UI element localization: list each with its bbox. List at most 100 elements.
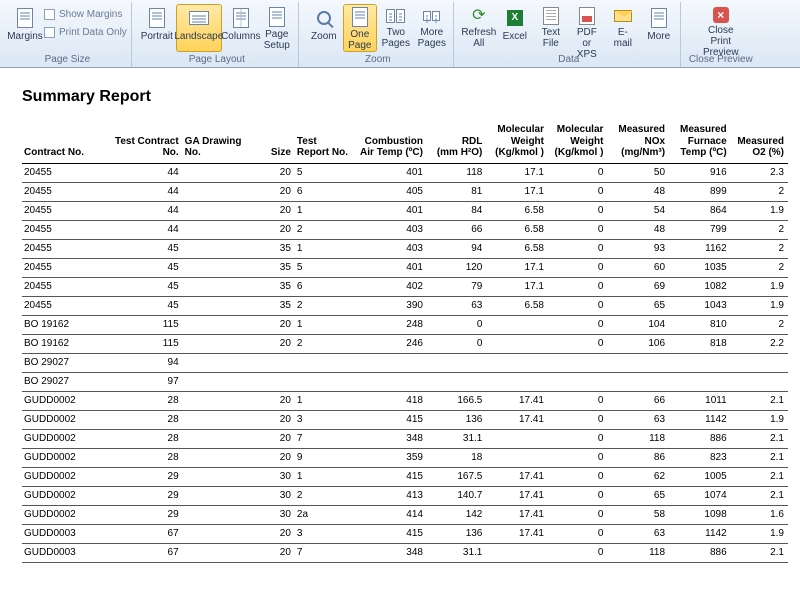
more-pages-button[interactable]: More Pages bbox=[415, 4, 449, 52]
table-cell: 118 bbox=[607, 543, 669, 562]
table-cell: 120 bbox=[427, 258, 486, 277]
table-cell: 118 bbox=[607, 429, 669, 448]
table-cell: 81 bbox=[427, 182, 486, 201]
table-row: GUDD00022820734831.101188862.1 bbox=[22, 429, 788, 448]
refresh-icon: ⟳ bbox=[468, 7, 490, 25]
page-setup-button[interactable]: Page Setup bbox=[260, 4, 294, 52]
refresh-button[interactable]: ⟳ Refresh All bbox=[462, 4, 496, 52]
table-header-row: Contract No.Test Contract No.GA Drawing … bbox=[22, 122, 788, 163]
table-cell: 45 bbox=[99, 296, 183, 315]
table-cell: 35 bbox=[260, 239, 295, 258]
table-cell: 5 bbox=[295, 163, 354, 182]
column-header: MolecularWeight(Kg/kmol ) bbox=[548, 122, 607, 163]
table-cell bbox=[183, 524, 260, 543]
table-cell: 0 bbox=[427, 315, 486, 334]
column-header: Size bbox=[260, 122, 295, 163]
table-cell bbox=[183, 448, 260, 467]
table-cell bbox=[183, 372, 260, 391]
table-cell: 1098 bbox=[669, 505, 731, 524]
table-cell bbox=[183, 163, 260, 182]
table-cell: 17.1 bbox=[486, 182, 548, 201]
table-cell: 823 bbox=[669, 448, 731, 467]
table-cell: 6.58 bbox=[486, 296, 548, 315]
one-page-label: One Page bbox=[346, 29, 374, 51]
table-cell: 390 bbox=[354, 296, 427, 315]
table-row: GUDD000229302a41414217.4105810981.6 bbox=[22, 505, 788, 524]
table-cell: GUDD0002 bbox=[22, 467, 99, 486]
table-row: 20455453564027917.106910821.9 bbox=[22, 277, 788, 296]
zoom-button[interactable]: Zoom bbox=[307, 4, 341, 52]
table-cell: 35 bbox=[260, 277, 295, 296]
table-cell: 63 bbox=[607, 410, 669, 429]
table-cell: 401 bbox=[354, 201, 427, 220]
column-header: TestReport No. bbox=[295, 122, 354, 163]
table-cell: 1043 bbox=[669, 296, 731, 315]
table-cell: 17.1 bbox=[486, 277, 548, 296]
table-cell: 63 bbox=[427, 296, 486, 315]
table-cell: 1005 bbox=[669, 467, 731, 486]
table-cell: 2 bbox=[731, 220, 788, 239]
columns-button[interactable]: Columns bbox=[224, 4, 258, 52]
table-cell: 6.58 bbox=[486, 201, 548, 220]
table-cell: 28 bbox=[99, 429, 183, 448]
table-cell: 7 bbox=[295, 429, 354, 448]
table-cell bbox=[486, 372, 548, 391]
table-cell bbox=[427, 353, 486, 372]
ribbon: Margins Show Margins Print Data Only Pag… bbox=[0, 0, 800, 68]
landscape-icon bbox=[188, 7, 210, 29]
excel-button[interactable]: X Excel bbox=[498, 4, 532, 52]
show-margins-check[interactable]: Show Margins bbox=[44, 6, 127, 22]
table-cell: 0 bbox=[548, 258, 607, 277]
table-cell: 0 bbox=[548, 182, 607, 201]
table-cell: 84 bbox=[427, 201, 486, 220]
table-cell: 44 bbox=[99, 220, 183, 239]
table-cell: 45 bbox=[99, 277, 183, 296]
table-cell: 1142 bbox=[669, 524, 731, 543]
table-cell: 1074 bbox=[669, 486, 731, 505]
excel-label: Excel bbox=[503, 31, 527, 42]
table-cell: 30 bbox=[260, 486, 295, 505]
table-cell bbox=[183, 315, 260, 334]
close-print-preview-button[interactable]: × Close Print Preview bbox=[698, 4, 744, 52]
one-page-button[interactable]: One Page bbox=[343, 4, 377, 52]
column-header: GA Drawing No. bbox=[183, 122, 260, 163]
table-cell: 886 bbox=[669, 429, 731, 448]
table-row: BO 2902797 bbox=[22, 372, 788, 391]
email-button[interactable]: E-mail bbox=[606, 4, 640, 52]
table-cell: 67 bbox=[99, 524, 183, 543]
table-cell: GUDD0002 bbox=[22, 505, 99, 524]
table-cell: 44 bbox=[99, 163, 183, 182]
table-cell bbox=[183, 486, 260, 505]
table-cell: BO 19162 bbox=[22, 315, 99, 334]
table-cell: 28 bbox=[99, 391, 183, 410]
column-header: CombustionAir Temp (ºC) bbox=[354, 122, 427, 163]
table-cell: 20455 bbox=[22, 239, 99, 258]
table-cell: 401 bbox=[354, 163, 427, 182]
table-cell bbox=[183, 391, 260, 410]
table-cell: 29 bbox=[99, 505, 183, 524]
table-cell: 17.1 bbox=[486, 258, 548, 277]
two-pages-button[interactable]: Two Pages bbox=[379, 4, 413, 52]
group-label-zoom: Zoom bbox=[365, 54, 391, 67]
table-cell: 418 bbox=[354, 391, 427, 410]
table-cell bbox=[548, 372, 607, 391]
table-cell: 2.3 bbox=[731, 163, 788, 182]
text-file-button[interactable]: Text File bbox=[534, 4, 568, 52]
table-cell: 1.9 bbox=[731, 524, 788, 543]
portrait-button[interactable]: Portrait bbox=[140, 4, 174, 52]
table-cell: 20 bbox=[260, 220, 295, 239]
table-cell: 0 bbox=[548, 201, 607, 220]
landscape-button[interactable]: Landscape bbox=[176, 4, 222, 52]
more-button[interactable]: More bbox=[642, 4, 676, 52]
table-cell: GUDD0002 bbox=[22, 448, 99, 467]
table-cell: 1162 bbox=[669, 239, 731, 258]
table-cell: 2 bbox=[731, 258, 788, 277]
table-cell: 31.1 bbox=[427, 543, 486, 562]
pdf-button[interactable]: PDF or XPS bbox=[570, 4, 604, 52]
table-cell bbox=[669, 372, 731, 391]
margins-button[interactable]: Margins bbox=[8, 4, 42, 52]
table-cell: 1.9 bbox=[731, 296, 788, 315]
print-data-only-check[interactable]: Print Data Only bbox=[44, 24, 127, 40]
table-cell: 1.9 bbox=[731, 277, 788, 296]
table-cell: 118 bbox=[427, 163, 486, 182]
